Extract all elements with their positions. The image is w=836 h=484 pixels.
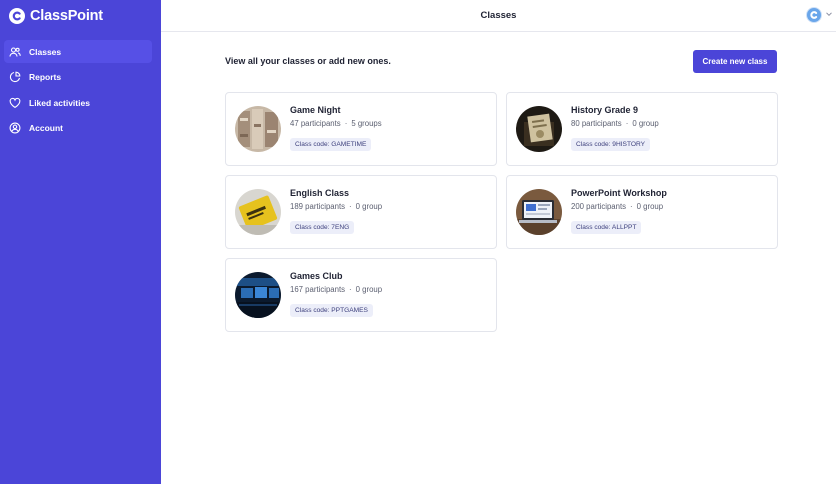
class-code-badge: Class code: ALLPPT xyxy=(571,221,642,234)
sidebar-item-label: Reports xyxy=(29,72,62,82)
group-count: 5 groups xyxy=(351,119,382,128)
brand-logo[interactable]: ClassPoint xyxy=(9,7,103,25)
group-count: 0 group xyxy=(355,202,383,211)
class-thumbnail xyxy=(235,106,281,152)
class-code-badge: Class code: GAMETIME xyxy=(290,138,372,151)
class-stats: 80 participants · 0 group xyxy=(571,119,659,128)
user-avatar-logo-icon xyxy=(810,11,818,19)
sidebar-item-reports[interactable]: Reports xyxy=(4,66,152,89)
users-icon xyxy=(9,46,21,58)
class-code-badge: Class code: PPTGAMES xyxy=(290,304,373,317)
class-card-english-class[interactable]: English Class 189 participants · 0 group C… xyxy=(225,175,497,249)
group-count: 0 group xyxy=(632,119,659,128)
classpoint-logo-icon xyxy=(9,8,25,24)
class-card-game-night[interactable]: Game Night 47 participants · 5 groups Clas… xyxy=(225,92,497,166)
meta-separator: · xyxy=(349,285,352,294)
class-card-history-grade-9[interactable]: History Grade 9 80 participants · 0 group … xyxy=(506,92,778,166)
page-title: Classes xyxy=(480,10,517,21)
meta-separator: · xyxy=(625,119,629,128)
class-stats: 189 participants · 0 group xyxy=(290,202,382,211)
class-thumbnail xyxy=(235,189,281,235)
sidebar-item-label: Account xyxy=(29,123,63,133)
class-card-powerpoint-workshop[interactable]: PowerPoint Workshop 200 participants · 0 g… xyxy=(506,175,778,249)
class-name: History Grade 9 xyxy=(571,105,639,115)
create-new-class-button[interactable]: Create new class xyxy=(693,50,777,73)
participant-count: 167 participants xyxy=(290,285,346,294)
sidebar-item-label: Classes xyxy=(29,46,62,57)
participant-count: 80 participants xyxy=(571,119,622,128)
user-avatar[interactable] xyxy=(806,7,822,23)
class-stats: 47 participants · 5 groups xyxy=(290,119,382,128)
class-stats: 200 participants · 0 group xyxy=(571,202,663,211)
participant-count: 189 participants xyxy=(290,202,346,211)
class-name: Games Club xyxy=(290,271,343,281)
brand-name: ClassPoint xyxy=(30,8,103,24)
class-card-games-club[interactable]: Games Club 167 participants · 0 group Clas… xyxy=(225,258,497,332)
meta-separator: · xyxy=(630,202,633,211)
class-name: English Class xyxy=(290,188,350,198)
user-circle-icon xyxy=(9,122,21,134)
class-name: PowerPoint Workshop xyxy=(571,188,667,198)
class-code-badge: Class code: 9HISTORY xyxy=(571,138,651,151)
sidebar: ClassPoint Classes Reports Liked activit… xyxy=(0,0,161,484)
sidebar-item-label: Liked activities xyxy=(29,97,90,108)
sidebar-item-liked-activities[interactable]: Liked activities xyxy=(4,91,152,114)
pie-chart-icon xyxy=(9,71,21,83)
chevron-down-icon[interactable] xyxy=(825,10,833,18)
class-name: Game Night xyxy=(290,105,341,115)
sidebar-nav: Classes Reports Liked activities Account xyxy=(0,40,161,142)
top-bar: Classes xyxy=(161,0,836,32)
meta-separator: · xyxy=(349,202,352,211)
participant-count: 200 participants xyxy=(571,202,627,211)
group-count: 0 group xyxy=(355,285,383,294)
sidebar-item-classes[interactable]: Classes xyxy=(4,40,152,63)
class-thumbnail xyxy=(516,106,562,152)
classes-headline: View all your classes or add new ones. xyxy=(225,56,391,66)
heart-icon xyxy=(9,97,21,109)
class-stats: 167 participants · 0 group xyxy=(290,285,382,294)
class-thumbnail xyxy=(235,272,281,318)
group-count: 0 group xyxy=(636,202,664,211)
participant-count: 47 participants xyxy=(290,119,341,128)
sidebar-item-account[interactable]: Account xyxy=(4,117,152,140)
class-thumbnail xyxy=(516,189,562,235)
meta-separator: · xyxy=(344,119,348,128)
class-code-badge: Class code: 7ENG xyxy=(290,221,355,234)
